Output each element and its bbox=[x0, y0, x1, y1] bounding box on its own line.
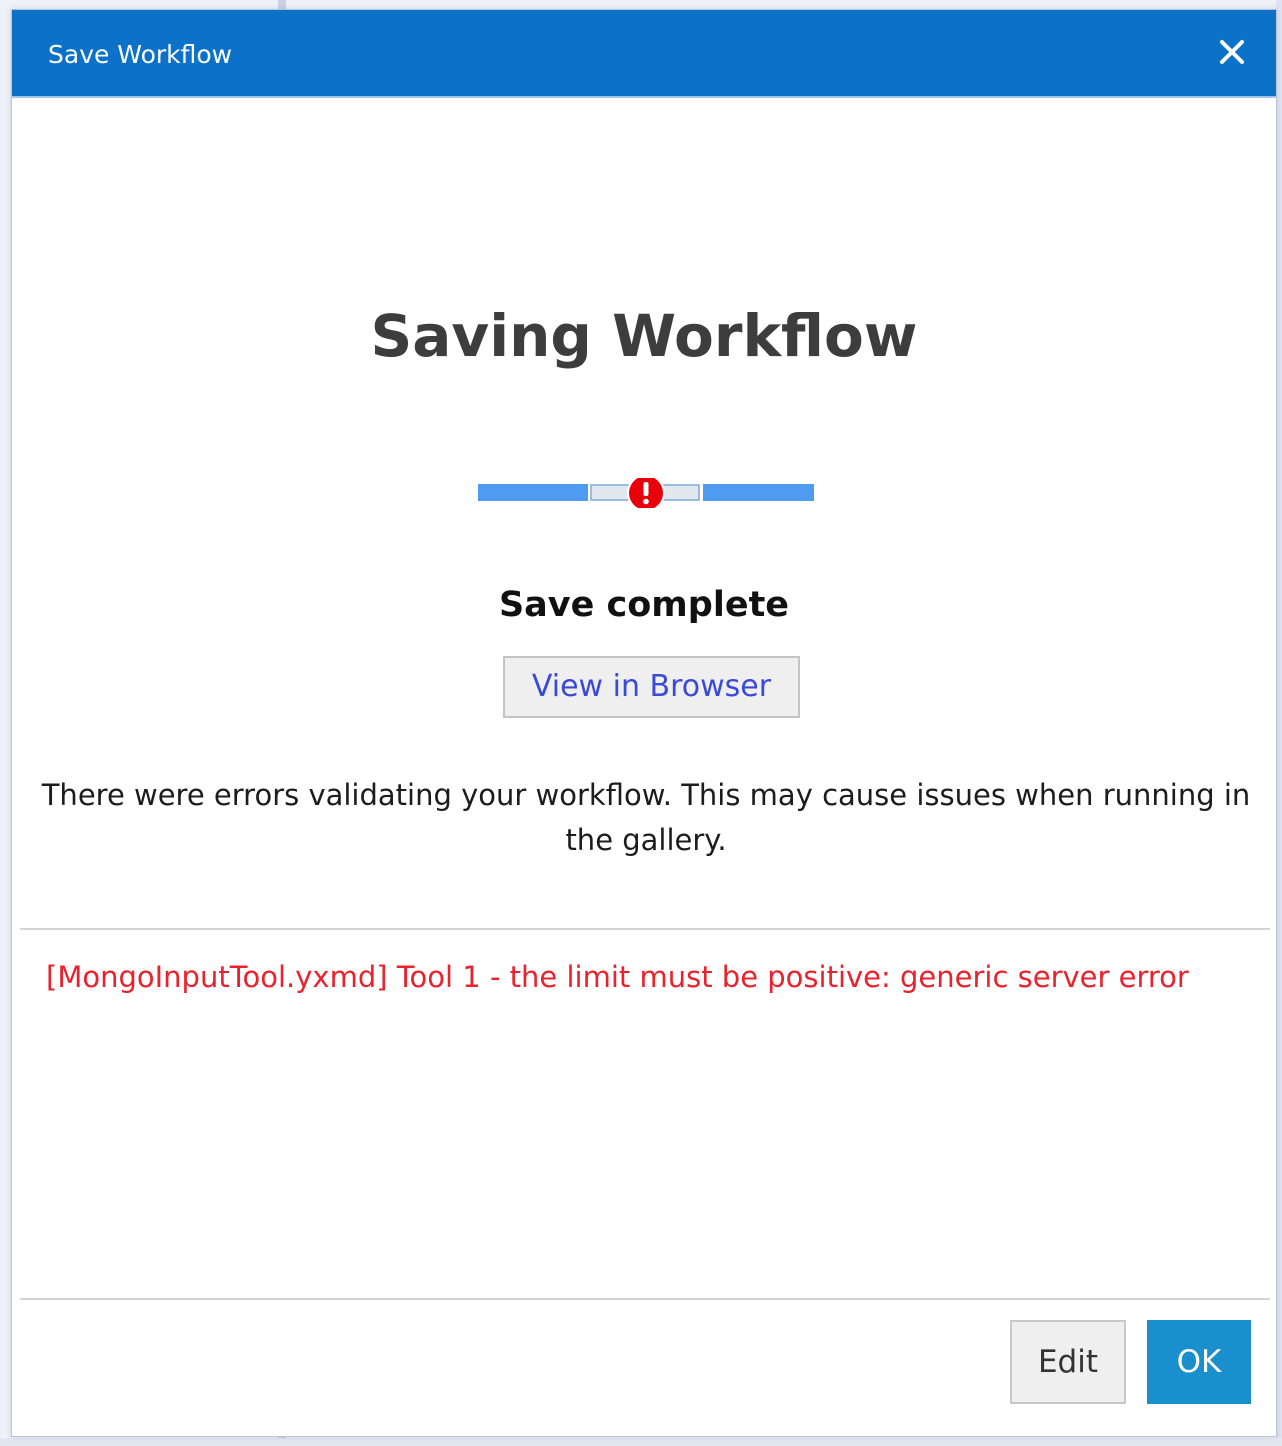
save-workflow-dialog: Save Workflow Saving Workflow Save compl… bbox=[11, 9, 1277, 1437]
dialog-titlebar: Save Workflow bbox=[12, 10, 1276, 98]
error-exclamation-icon bbox=[627, 474, 665, 512]
view-in-browser-button[interactable]: View in Browser bbox=[503, 656, 800, 718]
divider bbox=[20, 928, 1270, 930]
background-edge-bottom bbox=[0, 1438, 1282, 1446]
edit-button[interactable]: Edit bbox=[1010, 1320, 1126, 1404]
validation-error-item: [MongoInputTool.yxmd] Tool 1 - the limit… bbox=[46, 960, 1189, 994]
dialog-title: Save Workflow bbox=[48, 40, 233, 69]
close-button[interactable] bbox=[1210, 30, 1254, 74]
progress-segment-right bbox=[703, 484, 814, 501]
save-status: Save complete bbox=[498, 585, 790, 625]
progress-segment-left bbox=[478, 484, 588, 501]
page-title: Saving Workflow bbox=[370, 302, 918, 370]
close-icon bbox=[1220, 40, 1244, 64]
ok-button[interactable]: OK bbox=[1147, 1320, 1251, 1404]
validation-message: There were errors validating your workfl… bbox=[41, 778, 1251, 857]
save-progress-indicator bbox=[478, 474, 814, 512]
footer-divider bbox=[20, 1298, 1270, 1300]
